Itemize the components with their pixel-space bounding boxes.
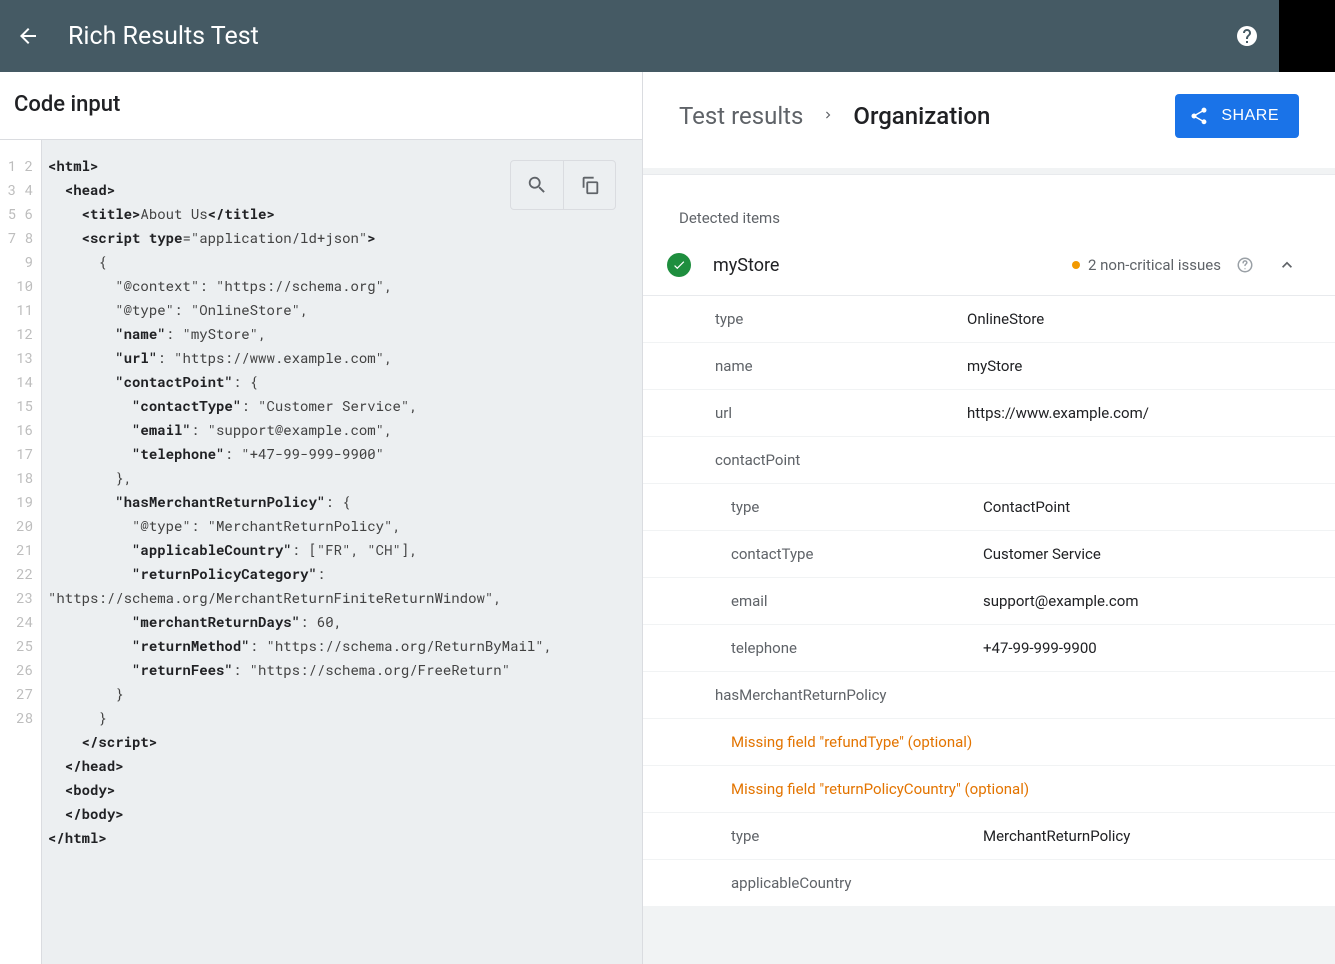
content: Code input 1 2 3 4 5 6 7 8 9 10 11 12 13… <box>0 72 1335 964</box>
detected-items-label: Detected items <box>643 175 1335 239</box>
detected-card: Detected items myStore 2 non-critical is… <box>643 174 1335 907</box>
code-panel: Code input 1 2 3 4 5 6 7 8 9 10 11 12 13… <box>0 72 643 964</box>
share-button-label: SHARE <box>1221 107 1279 125</box>
chevron-up-icon[interactable] <box>1275 253 1299 277</box>
section-applicablecountry: applicableCountry <box>643 860 1335 907</box>
results-header: Test results Organization SHARE <box>643 72 1335 168</box>
breadcrumb-current: Organization <box>853 102 990 130</box>
app-header: Rich Results Test <box>0 0 1335 72</box>
results-panel: Test results Organization SHARE Detected… <box>643 72 1335 964</box>
side-black-bar <box>1279 0 1335 72</box>
back-icon[interactable] <box>16 24 40 48</box>
line-gutter: 1 2 3 4 5 6 7 8 9 10 11 12 13 14 15 16 1… <box>0 140 42 964</box>
code-panel-title: Code input <box>0 72 642 140</box>
property-row[interactable]: typeOnlineStore <box>643 296 1335 343</box>
section-contactpoint: contactPoint <box>643 437 1335 484</box>
code-toolbar <box>510 160 616 210</box>
chevron-right-icon <box>821 107 835 126</box>
warning-row[interactable]: Missing field "refundType" (optional) <box>643 719 1335 766</box>
results-body: Detected items myStore 2 non-critical is… <box>643 168 1335 964</box>
code-content[interactable]: <html> <head> <title>About Us</title> <s… <box>42 140 642 964</box>
app-title: Rich Results Test <box>68 22 1235 51</box>
copy-icon[interactable] <box>563 161 615 209</box>
section-returnpolicy: hasMerchantReturnPolicy <box>643 672 1335 719</box>
property-row[interactable]: urlhttps://www.example.com/ <box>643 390 1335 437</box>
detected-item-header[interactable]: myStore 2 non-critical issues <box>643 239 1335 296</box>
code-area[interactable]: 1 2 3 4 5 6 7 8 9 10 11 12 13 14 15 16 1… <box>0 140 642 964</box>
share-button[interactable]: SHARE <box>1175 94 1299 138</box>
help-small-icon[interactable] <box>1235 255 1255 275</box>
issues-count: 2 non-critical issues <box>1088 256 1221 274</box>
search-icon[interactable] <box>511 161 563 209</box>
property-row[interactable]: typeContactPoint <box>643 484 1335 531</box>
warning-dot-icon <box>1072 261 1080 269</box>
property-row[interactable]: typeMerchantReturnPolicy <box>643 813 1335 860</box>
property-row[interactable]: emailsupport@example.com <box>643 578 1335 625</box>
warning-row[interactable]: Missing field "returnPolicyCountry" (opt… <box>643 766 1335 813</box>
property-row[interactable]: namemyStore <box>643 343 1335 390</box>
property-row[interactable]: telephone+47-99-999-9900 <box>643 625 1335 672</box>
property-row[interactable]: contactTypeCustomer Service <box>643 531 1335 578</box>
detected-item-name: myStore <box>713 255 1072 276</box>
breadcrumb-root[interactable]: Test results <box>679 102 803 130</box>
check-icon <box>667 253 691 277</box>
help-icon[interactable] <box>1235 24 1259 48</box>
